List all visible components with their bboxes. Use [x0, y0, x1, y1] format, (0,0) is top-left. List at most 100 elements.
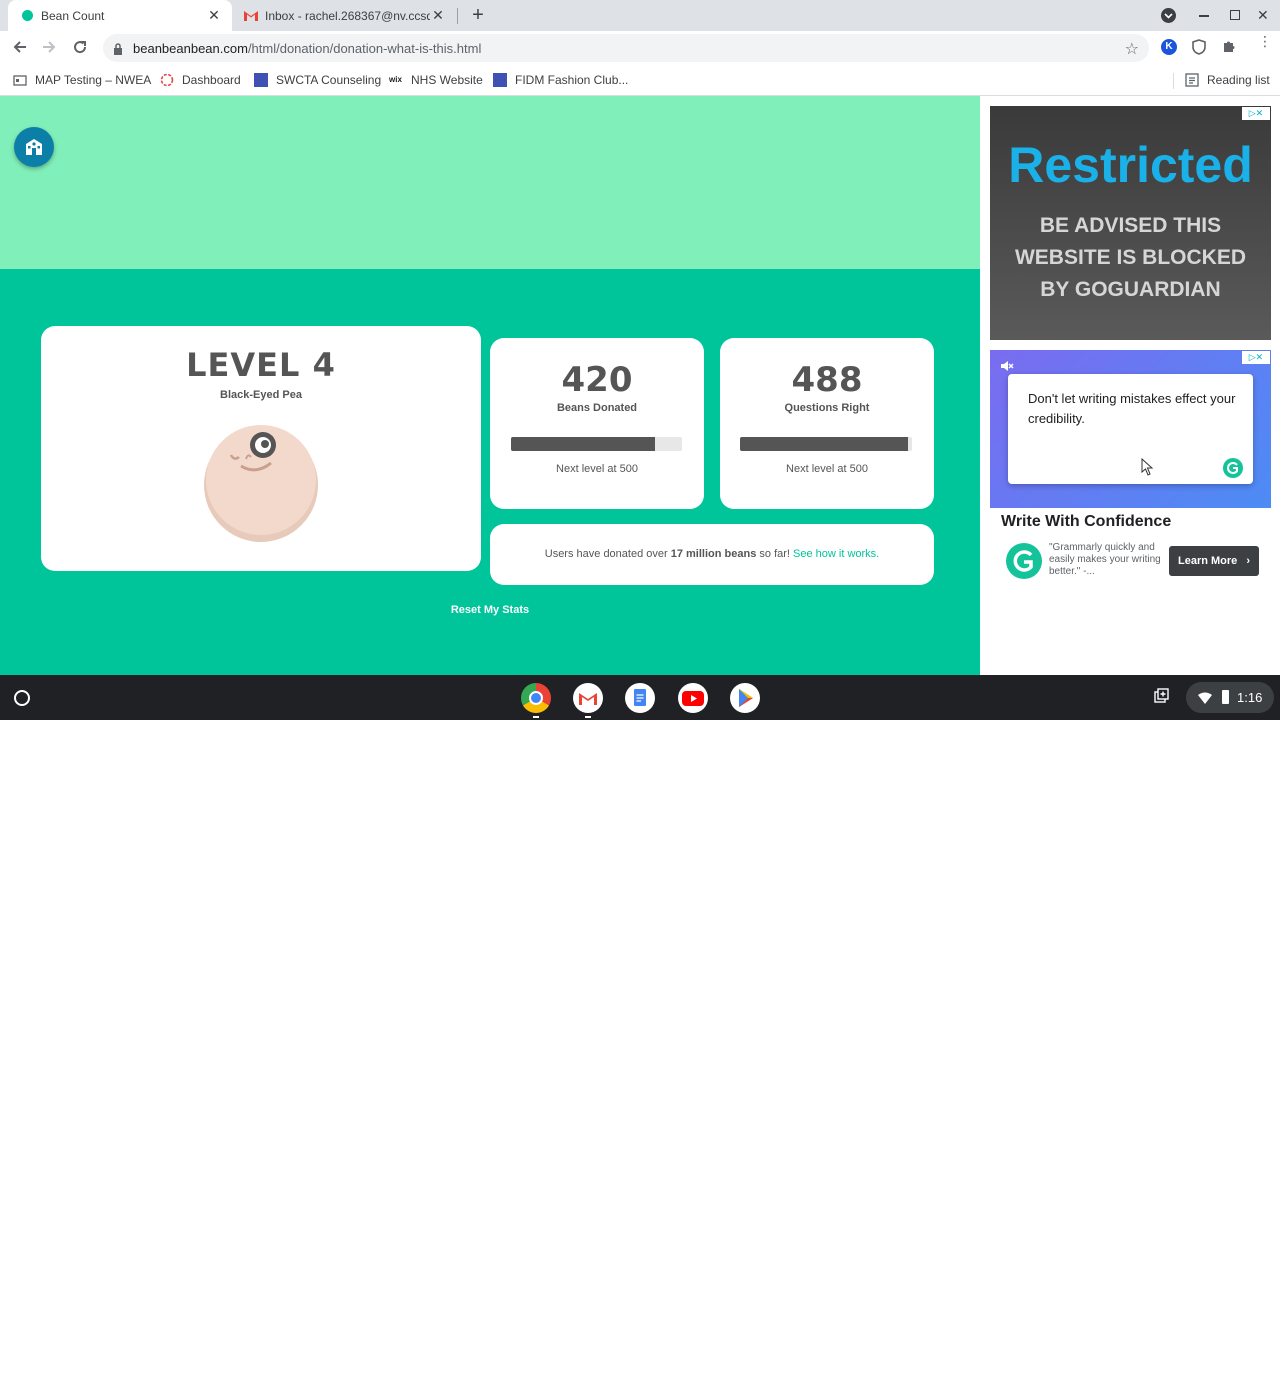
- tab-strip: Bean Count ✕ Inbox - rachel.268367@nv.cc…: [0, 0, 1280, 31]
- beans-progress-fill: [511, 437, 655, 451]
- wifi-icon: [1198, 691, 1212, 704]
- page-content: LEVEL 4 Black-Eyed Pea 420 Beans Donated…: [0, 96, 980, 675]
- learn-more-label: Learn More: [1178, 555, 1238, 567]
- mute-icon[interactable]: [1000, 359, 1014, 373]
- tab-search-icon[interactable]: [1161, 8, 1176, 23]
- grammarly-ad-video[interactable]: ▷✕ Don't let writing mistakes effect you…: [990, 350, 1271, 508]
- bookmark-fidm[interactable]: FIDM Fashion Club...: [493, 71, 628, 89]
- grammarly-logo-icon: [1223, 458, 1243, 478]
- grammarly-quote: "Grammarly quickly and easily makes your…: [1049, 542, 1161, 577]
- reset-stats-button[interactable]: Reset My Stats: [430, 604, 550, 616]
- beans-next-level: Next level at 500: [556, 463, 638, 475]
- cursor-icon: [1141, 457, 1155, 476]
- ad-sidebar: ▷✕ Restricted BE ADVISED THIS WEBSITE IS…: [980, 96, 1280, 675]
- donation-info-card: Users have donated over 17 million beans…: [490, 524, 934, 585]
- questions-right-value: 488: [791, 360, 863, 400]
- school-icon: [26, 139, 42, 155]
- bookmarks-bar: MAP Testing – NWEA Dashboard SWCTA Couns…: [0, 65, 1280, 96]
- docs-app-icon[interactable]: [625, 683, 655, 713]
- wix-icon: wix: [389, 75, 402, 84]
- hero-banner: [0, 96, 980, 269]
- chrome-center: [529, 691, 543, 705]
- close-tab-icon[interactable]: ✕: [430, 7, 446, 23]
- beans-donated-value: 420: [561, 360, 633, 400]
- dashboard-icon: [160, 73, 174, 87]
- bookmark-label: SWCTA Counseling: [276, 73, 382, 87]
- questions-right-label: Questions Right: [784, 402, 870, 414]
- grammarly-popup-text: Don't let writing mistakes effect your c…: [1028, 391, 1236, 426]
- tab-inbox[interactable]: Inbox - rachel.268367@nv.ccsd. ✕: [232, 0, 456, 31]
- bookmark-label: NHS Website: [411, 73, 483, 87]
- restricted-message: BE ADVISED THIS WEBSITE IS BLOCKED BY GO…: [1014, 214, 1246, 301]
- site-icon: [254, 73, 268, 87]
- new-tab-button[interactable]: +: [467, 4, 489, 26]
- clock-time: 1:16: [1237, 690, 1263, 705]
- bookmarks-separator: [1173, 73, 1174, 89]
- bookmark-nhs-website[interactable]: wix NHS Website: [389, 71, 483, 89]
- grammarly-popup: Don't let writing mistakes effect your c…: [1008, 374, 1253, 484]
- back-icon[interactable]: [10, 37, 30, 57]
- bookmark-star-icon[interactable]: ☆: [1125, 39, 1139, 59]
- menu-kebab-icon[interactable]: ⋮: [1258, 34, 1272, 55]
- restricted-title: Restricted: [1008, 137, 1253, 193]
- toolbar: beanbeanbean.com/html/donation/donation-…: [0, 31, 1280, 65]
- chevron-right-icon: ›: [1246, 555, 1250, 567]
- grammarly-logo-large-icon[interactable]: [1006, 543, 1042, 579]
- gmail-running-indicator: [585, 716, 591, 718]
- tab-bean-count[interactable]: Bean Count ✕: [8, 0, 232, 31]
- url-text: beanbeanbean.com/html/donation/donation-…: [133, 41, 481, 56]
- tote-icon[interactable]: [1153, 1363, 1169, 1379]
- shield-extension-icon[interactable]: [1192, 39, 1206, 55]
- ad-choices-icon[interactable]: ▷✕: [1242, 351, 1270, 364]
- tab-favicon: [22, 10, 33, 21]
- folder-icon: [13, 73, 27, 87]
- youtube-app-icon[interactable]: [678, 683, 708, 713]
- see-how-it-works-link[interactable]: See how it works.: [793, 548, 879, 560]
- beans-progress-bar: [511, 437, 682, 451]
- donation-info-text: Users have donated over 17 million beans…: [490, 548, 934, 560]
- bookmark-map-testing[interactable]: MAP Testing – NWEA: [13, 71, 151, 89]
- battery-icon: [1222, 690, 1229, 704]
- bean-character-image: [201, 423, 321, 543]
- reading-list-button[interactable]: Reading list: [1185, 71, 1270, 89]
- donation-prefix: Users have donated over: [544, 548, 668, 560]
- close-tab-icon[interactable]: ✕: [206, 7, 222, 23]
- donation-suffix: so far!: [759, 548, 790, 560]
- chromeos-shelf: 1:16: [0, 675, 1280, 720]
- ad-choices-icon[interactable]: ▷✕: [1242, 107, 1270, 120]
- tab-separator: [457, 8, 458, 24]
- url-host: beanbeanbean.com: [133, 41, 248, 56]
- address-bar[interactable]: beanbeanbean.com/html/donation/donation-…: [103, 34, 1149, 62]
- close-window-icon[interactable]: ✕: [1257, 7, 1271, 23]
- level-card: LEVEL 4 Black-Eyed Pea: [41, 326, 481, 571]
- school-icon-button[interactable]: [14, 127, 54, 167]
- restore-icon[interactable]: [1230, 10, 1240, 20]
- reload-icon[interactable]: [70, 37, 90, 57]
- url-path: /html/donation/donation-what-is-this.htm…: [247, 41, 482, 56]
- minimize-icon[interactable]: [1199, 15, 1209, 17]
- chrome-app-icon[interactable]: [521, 683, 551, 713]
- restricted-ad[interactable]: ▷✕ Restricted BE ADVISED THIS WEBSITE IS…: [990, 106, 1271, 340]
- launcher-button[interactable]: [14, 690, 30, 706]
- reading-list-label: Reading list: [1207, 73, 1270, 87]
- holding-space-icon[interactable]: [1153, 688, 1169, 704]
- play-store-app-icon[interactable]: [730, 683, 760, 713]
- bookmark-label: FIDM Fashion Club...: [515, 73, 629, 87]
- puzzle-extensions-icon[interactable]: [1222, 39, 1237, 54]
- learn-more-button[interactable]: Learn More ›: [1169, 546, 1259, 576]
- gmail-icon: [244, 10, 258, 21]
- tab-title: Bean Count: [41, 9, 105, 23]
- bookmark-dashboard[interactable]: Dashboard: [160, 71, 241, 89]
- beans-donated-label: Beans Donated: [556, 402, 638, 414]
- bookmark-swcta-counseling[interactable]: SWCTA Counseling: [254, 71, 381, 89]
- grammarly-headline[interactable]: Write With Confidence: [1001, 513, 1171, 531]
- chrome-running-indicator: [533, 716, 539, 718]
- gmail-app-icon[interactable]: [573, 683, 603, 713]
- status-tray[interactable]: 1:16: [1186, 682, 1274, 713]
- questions-right-card: 488 Questions Right Next level at 500: [720, 338, 934, 509]
- reading-list-icon: [1185, 73, 1199, 87]
- forward-icon[interactable]: [39, 37, 59, 57]
- bookmark-label: MAP Testing – NWEA: [35, 73, 152, 87]
- profile-extension-icon[interactable]: K: [1161, 39, 1177, 55]
- questions-next-level: Next level at 500: [786, 463, 868, 475]
